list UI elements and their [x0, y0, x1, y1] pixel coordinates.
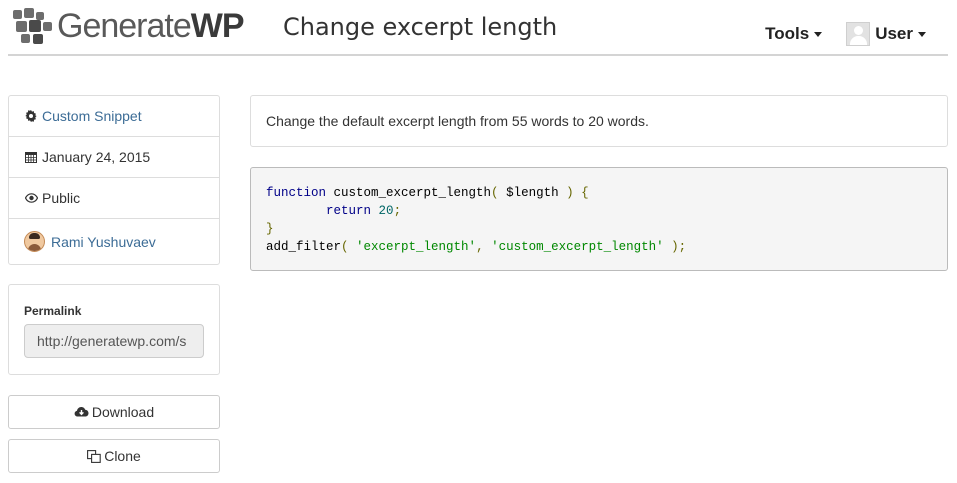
clone-button[interactable]: Clone: [8, 439, 220, 473]
logo-text: GenerateWP: [57, 7, 245, 45]
snippet-date: January 24, 2015: [42, 149, 151, 165]
download-button[interactable]: Download: [8, 395, 220, 429]
snippet-meta-list: Custom Snippet January 24, 2015 Public R…: [8, 95, 220, 265]
meta-row-date: January 24, 2015: [9, 137, 219, 178]
code-line: function custom_excerpt_length( $length …: [266, 186, 589, 200]
author-avatar: [24, 231, 45, 252]
user-avatar-icon: [846, 22, 871, 46]
eye-icon: [24, 193, 38, 203]
page-title: Change excerpt length: [283, 13, 558, 41]
permalink-label: Permalink: [24, 304, 82, 318]
user-menu[interactable]: User: [846, 22, 926, 46]
author-link[interactable]: Rami Yushuvaev: [51, 234, 156, 250]
meta-row-author: Rami Yushuvaev: [9, 219, 219, 264]
code-line: }: [266, 222, 274, 236]
logo-mark-icon: [13, 8, 53, 44]
code-line: add_filter( 'excerpt_length', 'custom_ex…: [266, 240, 687, 254]
user-menu-label: User: [875, 24, 913, 43]
top-nav: Tools User: [765, 22, 926, 46]
code-line: return 20;: [326, 204, 402, 218]
calendar-icon: [24, 151, 38, 163]
snippet-visibility: Public: [42, 190, 81, 206]
clone-button-label: Clone: [104, 448, 141, 464]
caret-down-icon: [814, 31, 823, 37]
cloud-download-icon: [74, 406, 89, 418]
download-button-label: Download: [91, 404, 155, 420]
snippet-description-panel: Change the default excerpt length from 5…: [250, 95, 948, 147]
site-header: GenerateWP Change excerpt length Tools U…: [8, 0, 948, 56]
gear-icon: [24, 110, 38, 122]
meta-row-type: Custom Snippet: [9, 96, 219, 137]
tools-menu[interactable]: Tools: [765, 24, 823, 44]
tools-menu-label: Tools: [765, 24, 810, 43]
copy-icon: [87, 449, 101, 463]
snippet-description: Change the default excerpt length from 5…: [266, 113, 649, 129]
code-block[interactable]: function custom_excerpt_length( $length …: [250, 167, 948, 271]
site-logo[interactable]: GenerateWP: [13, 7, 245, 45]
meta-row-visibility: Public: [9, 178, 219, 219]
permalink-input[interactable]: [24, 324, 204, 358]
snippet-type-link[interactable]: Custom Snippet: [42, 108, 142, 124]
permalink-panel: Permalink: [8, 284, 220, 375]
caret-down-icon: [918, 31, 926, 37]
